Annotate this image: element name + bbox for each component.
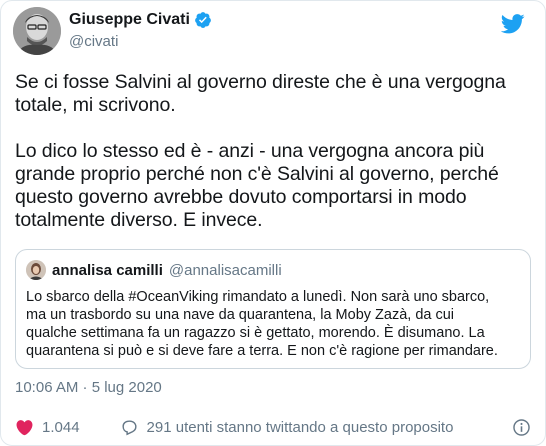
quoted-display-name: annalisa camilli: [52, 261, 163, 279]
tweet-actions: 1.044 291 utenti stanno twittando a ques…: [15, 418, 453, 437]
verified-badge-icon: [195, 12, 211, 28]
quoted-avatar: [26, 260, 46, 280]
quoted-handle: @annalisacamilli: [168, 261, 282, 279]
conversation-text: 291 utenti stanno twittando a questo pro…: [146, 419, 454, 436]
heart-icon: [16, 420, 33, 436]
twitter-bird-icon[interactable]: [501, 13, 525, 35]
conversation-link[interactable]: 291 utenti stanno twittando a questo pro…: [120, 418, 454, 437]
quoted-text: Lo sbarco della #OceanViking rimandato a…: [26, 289, 498, 359]
tweet-timestamp[interactable]: 10:06 AM · 5 lug 2020: [15, 379, 162, 396]
tweet-text: Se ci fosse Salvini al governo direste c…: [15, 71, 506, 231]
user-avatar-icon: [26, 260, 46, 280]
quoted-author-row: annalisa camilli @annalisacamilli: [26, 260, 282, 280]
tweet-card: Giuseppe Civati @civati Se ci fosse Salv…: [0, 0, 546, 446]
user-avatar-icon: [13, 7, 61, 55]
like-count: 1.044: [42, 419, 80, 436]
reply-bubble-icon: [122, 420, 137, 436]
author-handle[interactable]: @civati: [69, 33, 118, 50]
author-avatar[interactable]: [13, 7, 61, 55]
info-icon[interactable]: [512, 418, 531, 437]
like-button[interactable]: 1.044: [15, 418, 80, 437]
author-name-row[interactable]: Giuseppe Civati: [69, 11, 212, 29]
quoted-tweet[interactable]: annalisa camilli @annalisacamilli Lo sba…: [15, 249, 531, 369]
author-display-name[interactable]: Giuseppe Civati: [69, 11, 190, 29]
